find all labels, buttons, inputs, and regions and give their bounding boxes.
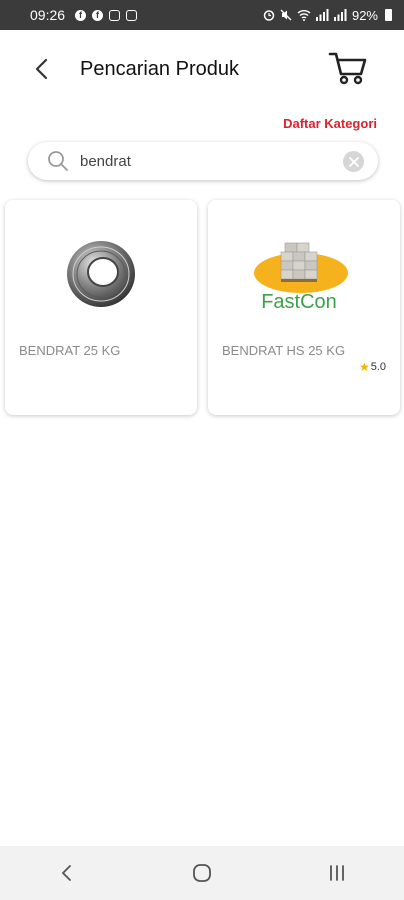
search-box[interactable] bbox=[28, 142, 378, 180]
status-bar: 09:26 f f 92% bbox=[0, 0, 404, 30]
gallery-icon bbox=[126, 9, 138, 21]
search-input[interactable] bbox=[80, 142, 340, 180]
product-name: BENDRAT 25 KG bbox=[19, 343, 121, 358]
signal-icon bbox=[333, 9, 347, 21]
product-name: BENDRAT HS 25 KG bbox=[222, 343, 346, 358]
chevron-left-icon bbox=[35, 58, 48, 80]
recents-icon bbox=[329, 865, 344, 881]
back-button[interactable] bbox=[24, 52, 58, 86]
alarm-icon bbox=[263, 10, 275, 21]
cart-icon bbox=[328, 52, 367, 85]
signal-icon bbox=[315, 9, 329, 21]
product-card[interactable]: FastCon BENDRAT HS 25 KG ★ 5.0 bbox=[208, 200, 400, 415]
status-time: 09:26 bbox=[30, 7, 66, 23]
nav-home-button[interactable] bbox=[182, 853, 222, 893]
fastcon-logo-image: FastCon bbox=[208, 224, 400, 324]
rating-value: 5.0 bbox=[370, 361, 386, 373]
mute-icon bbox=[280, 9, 292, 21]
status-right: 92% bbox=[263, 8, 392, 23]
instagram-icon bbox=[109, 9, 121, 21]
facebook-icon: f bbox=[92, 9, 104, 21]
page-title: Pencarian Produk bbox=[80, 58, 239, 80]
wifi-icon bbox=[297, 10, 311, 21]
search-icon bbox=[48, 151, 68, 171]
product-card[interactable]: BENDRAT 25 KG bbox=[5, 200, 197, 415]
product-rating: ★ 5.0 bbox=[359, 360, 386, 374]
status-left: 09:26 f f bbox=[30, 7, 138, 23]
home-icon bbox=[193, 864, 211, 882]
battery-percent: 92% bbox=[351, 7, 378, 23]
battery-icon bbox=[385, 9, 392, 21]
system-nav-bar bbox=[0, 846, 404, 900]
app-header: Pencarian Produk bbox=[0, 30, 404, 110]
category-list-link[interactable]: Daftar Kategori bbox=[283, 116, 377, 131]
cart-button[interactable] bbox=[328, 50, 368, 86]
wire-coil-image bbox=[5, 224, 197, 324]
clear-search-button[interactable] bbox=[343, 151, 364, 172]
facebook-icon: f bbox=[75, 9, 87, 21]
star-icon: ★ bbox=[358, 360, 370, 374]
nav-recents-button[interactable] bbox=[317, 853, 357, 893]
close-icon bbox=[348, 156, 359, 167]
nav-back-button[interactable] bbox=[47, 853, 87, 893]
chevron-left-icon bbox=[62, 865, 72, 881]
fastcon-logo-text: FastCon bbox=[261, 291, 337, 313]
